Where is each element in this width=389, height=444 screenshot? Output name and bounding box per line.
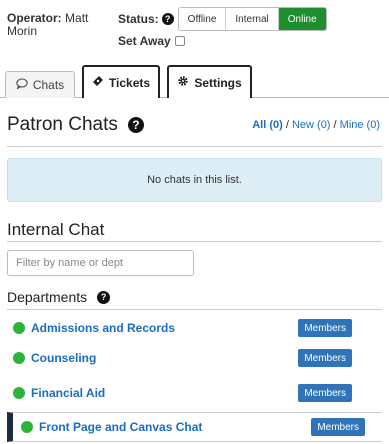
help-icon[interactable]: ? [161, 13, 174, 25]
ticket-icon [92, 75, 104, 90]
online-status-icon [13, 322, 25, 334]
tab-chats-label: Chats [32, 78, 65, 92]
patron-chats-heading: Patron Chats ? [7, 114, 144, 136]
status-label-text: Status: [118, 12, 159, 26]
chat-bubble-icon [16, 78, 28, 92]
department-row[interactable]: Counseling Members [7, 344, 382, 372]
status-row: Status: ? Offline Internal Online [118, 7, 327, 31]
tab-tickets[interactable]: Tickets [82, 65, 160, 98]
filter-separator: / [282, 119, 292, 131]
department-filter-input[interactable] [7, 250, 194, 276]
filter-mine-link[interactable]: Mine (0) [340, 119, 380, 131]
gear-icon [177, 75, 189, 90]
patron-chats-title: Patron Chats [7, 114, 118, 135]
filter-all-link[interactable]: All (0) [252, 119, 283, 131]
tab-settings[interactable]: Settings [167, 65, 252, 98]
tab-tickets-label: Tickets [108, 75, 151, 90]
tab-chats[interactable]: Chats [5, 71, 75, 98]
divider [7, 309, 382, 310]
filter-new-link[interactable]: New (0) [292, 119, 331, 131]
internal-chat-title: Internal Chat [7, 220, 105, 239]
departments-title: Departments [7, 289, 88, 305]
divider [7, 241, 382, 242]
help-icon[interactable]: ? [127, 117, 144, 133]
help-icon[interactable]: ? [97, 290, 111, 304]
department-row[interactable]: Admissions and Records Members [7, 314, 382, 342]
status-internal-button[interactable]: Internal [226, 8, 279, 30]
status-online-button[interactable]: Online [278, 8, 326, 30]
tab-bar: Chats Tickets Settings [0, 65, 389, 98]
set-away-label: Set Away [118, 34, 171, 48]
divider [7, 146, 382, 147]
department-name[interactable]: Admissions and Records [31, 321, 175, 335]
department-row[interactable]: Financial Aid Members [7, 379, 382, 407]
tab-settings-label: Settings [194, 75, 242, 90]
members-button[interactable]: Members [298, 384, 352, 402]
members-button[interactable]: Members [298, 319, 352, 337]
online-status-icon [21, 421, 33, 433]
operator-label: Operator: [7, 11, 62, 25]
empty-chats-message: No chats in this list. [7, 158, 382, 202]
chats-panel: Patron Chats ? All (0) / New (0) / Mine … [0, 98, 389, 444]
online-status-icon [13, 387, 25, 399]
members-button[interactable]: Members [311, 418, 365, 436]
status-selector: Offline Internal Online [177, 7, 327, 31]
status-offline-button[interactable]: Offline [178, 8, 227, 30]
departments-heading: Departments ? [7, 289, 111, 305]
online-status-icon [13, 352, 25, 364]
department-name[interactable]: Counseling [31, 351, 96, 365]
members-button[interactable]: Members [298, 349, 352, 367]
department-name[interactable]: Financial Aid [31, 386, 105, 400]
status-label: Status: ? [118, 12, 174, 26]
set-away-row: Set Away [118, 34, 185, 48]
chat-filter-links: All (0) / New (0) / Mine (0) [252, 119, 380, 131]
set-away-checkbox[interactable] [174, 36, 185, 46]
department-name[interactable]: Front Page and Canvas Chat [39, 420, 202, 434]
operator-info: Operator: Matt Morin [7, 12, 107, 38]
department-row-selected[interactable]: Front Page and Canvas Chat Members [7, 412, 382, 442]
filter-separator: / [330, 119, 340, 131]
